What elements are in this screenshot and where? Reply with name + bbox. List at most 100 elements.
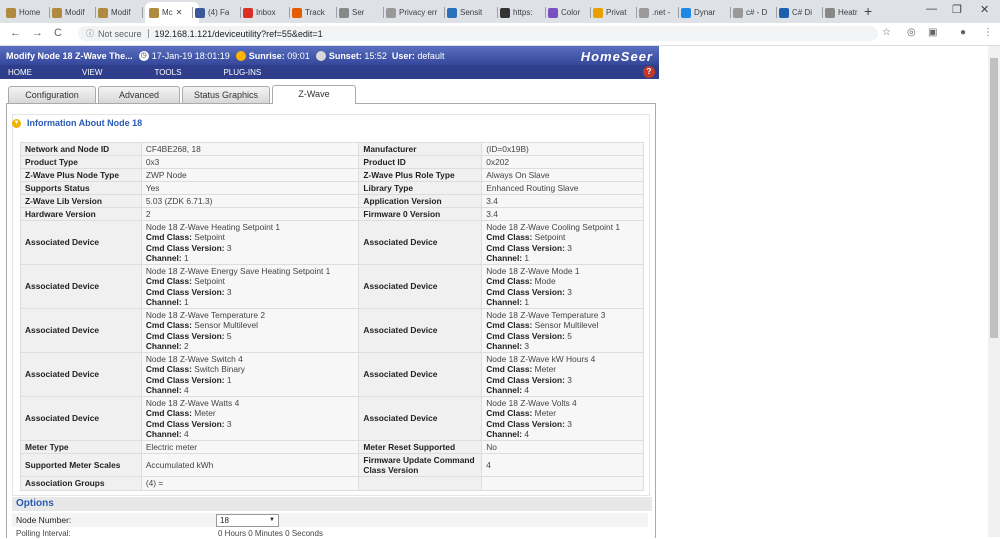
reload-icon[interactable]: C (54, 27, 62, 39)
back-arrow-icon[interactable]: ← (10, 27, 21, 39)
assoc-line: Cmd Class Version: 1 (145, 374, 232, 385)
assoc-line: Channel: 4 (145, 385, 189, 395)
info-key (358, 476, 483, 491)
browser-tab-label: Heatr (838, 8, 858, 17)
tab-zwave[interactable]: Z-Wave (272, 85, 356, 104)
forward-arrow-icon[interactable]: → (32, 27, 43, 39)
help-icon[interactable]: ? (643, 66, 655, 78)
profile-avatar-icon[interactable]: ● (960, 27, 966, 38)
restore-button[interactable]: ❐ (952, 3, 962, 16)
info-key: Meter Type (20, 440, 142, 454)
browser-tab[interactable]: c# - D (733, 3, 775, 22)
tab-advanced[interactable]: Advanced (98, 86, 180, 103)
tab-separator (444, 7, 445, 18)
browser-tab[interactable]: Privacy err (386, 3, 443, 22)
node-number-value: 18 (220, 516, 229, 525)
assoc-line: Channel: 2 (145, 341, 189, 351)
tab-separator (730, 7, 731, 18)
scrollbar-thumb[interactable] (990, 58, 998, 338)
info-key: Product Type (20, 155, 142, 169)
tab-status-graphics[interactable]: Status Graphics (182, 86, 270, 103)
info-key: Associated Device (20, 220, 142, 265)
url-omnibox[interactable]: ⓘ Not secure 192.168.1.121/deviceutility… (78, 26, 878, 41)
browser-menu-icon[interactable]: ⋮ (983, 27, 993, 38)
node-number-select[interactable]: 18 ▼ (216, 514, 279, 527)
assoc-line: Cmd Class: Mode (486, 276, 556, 286)
browser-tab[interactable]: Mc ✕ (145, 2, 199, 23)
close-window-button[interactable]: ✕ (980, 3, 989, 16)
browser-tab[interactable]: (4) Fa (195, 3, 239, 22)
browser-tab[interactable]: .net - (639, 3, 677, 22)
assoc-line: Node 18 Z-Wave Volts 4 (486, 397, 577, 408)
browser-tab[interactable]: Track (292, 3, 335, 22)
homeseer-logo[interactable]: HomeSeer (581, 49, 653, 64)
info-key: Associated Device (20, 352, 142, 397)
favicon-icon (292, 7, 302, 18)
info-key: Z-Wave Plus Role Type (358, 168, 483, 182)
assoc-device-cell: Node 18 Z-Wave Cooling Setpoint 1 Cmd Cla… (481, 220, 644, 265)
browser-tab[interactable]: C# Di (779, 3, 821, 22)
info-key: Supports Status (20, 181, 142, 195)
assoc-device-cell: Node 18 Z-Wave Temperature 2 Cmd Class: S… (140, 308, 360, 353)
tab-separator (95, 7, 96, 18)
menu-view[interactable]: VIEW (82, 68, 102, 77)
browser-tab[interactable]: Dynar (681, 3, 729, 22)
assoc-line-label: Cmd Class Version: (145, 374, 225, 385)
url-text[interactable]: 192.168.1.121/deviceutility?ref=55&edit=… (155, 29, 323, 39)
assoc-line-label: Cmd Class Version: (486, 286, 565, 297)
minimize-button[interactable]: — (926, 3, 937, 15)
browser-tab[interactable]: Inbox (243, 3, 288, 22)
tab-configuration[interactable]: Configuration (8, 86, 96, 103)
extension-icon[interactable]: ◎ (907, 27, 916, 38)
assoc-line: Cmd Class Version: 3 (145, 286, 232, 297)
new-tab-button[interactable]: + (864, 3, 872, 19)
info-value: ZWP Node (140, 168, 360, 182)
collapse-chevron-icon[interactable]: ▼ (12, 118, 21, 128)
browser-tab[interactable]: Ser (339, 3, 382, 22)
sunrise-icon (235, 50, 246, 61)
favicon-icon (779, 7, 789, 18)
info-key: Meter Reset Supported (358, 440, 483, 454)
info-icon[interactable]: ⓘ (86, 28, 94, 39)
favicon-icon (386, 7, 396, 18)
bookmark-star-icon[interactable]: ☆ (882, 27, 891, 38)
assoc-line-label: Cmd Class: (145, 232, 192, 242)
browser-tab[interactable]: Sensit (447, 3, 496, 22)
browser-tab[interactable]: Modif (52, 3, 94, 22)
assoc-line-label: Cmd Class: (486, 364, 533, 374)
assoc-line-label: Cmd Class: (145, 320, 192, 330)
tab-separator (383, 7, 384, 18)
address-bar: ← → C ⓘ Not secure 192.168.1.121/deviceu… (0, 23, 1000, 46)
favicon-icon (339, 7, 349, 18)
browser-tab[interactable]: Home (6, 3, 48, 22)
menu-home[interactable]: HOME (8, 68, 32, 77)
options-header: Options (12, 497, 652, 511)
table-row: Associated Device Node 18 Z-Wave Switch 4… (20, 352, 644, 397)
assoc-line-label: Cmd Class: (486, 232, 533, 242)
assoc-line: Cmd Class Version: 5 (145, 330, 232, 341)
favicon-icon (98, 7, 108, 18)
page-scrollbar[interactable] (988, 46, 1000, 537)
polling-row: Polling Interval: 0 Hours 0 Minutes 0 Se… (12, 529, 648, 539)
favicon-icon (149, 7, 159, 18)
favicon-icon (548, 7, 558, 18)
table-row: Associated Device Node 18 Z-Wave Heating … (20, 220, 644, 265)
omnibox-divider (147, 29, 149, 38)
tab-separator (497, 7, 498, 18)
close-tab-icon[interactable]: ✕ (176, 8, 183, 17)
info-key: Associated Device (20, 308, 142, 353)
info-value: No (481, 440, 644, 454)
browser-tab[interactable]: Color (548, 3, 589, 22)
assoc-line: Cmd Class Version: 3 (486, 418, 572, 429)
info-section-header[interactable]: ▼ Information About Node 18 (12, 118, 142, 128)
browser-tab-label: .net - (652, 8, 671, 17)
browser-tab[interactable]: Modif (98, 3, 140, 22)
browser-tab[interactable]: https: (500, 3, 544, 22)
menu-plugins[interactable]: PLUG-INS (223, 68, 261, 77)
info-value: 3.4 (481, 207, 644, 221)
camera-icon[interactable]: ▣ (928, 27, 937, 38)
browser-tab[interactable]: Privat (593, 3, 635, 22)
browser-tab[interactable]: Heatr (825, 3, 859, 22)
menu-tools[interactable]: TOOLS (154, 68, 181, 77)
assoc-line: Node 18 Z-Wave Temperature 2 (145, 309, 265, 320)
